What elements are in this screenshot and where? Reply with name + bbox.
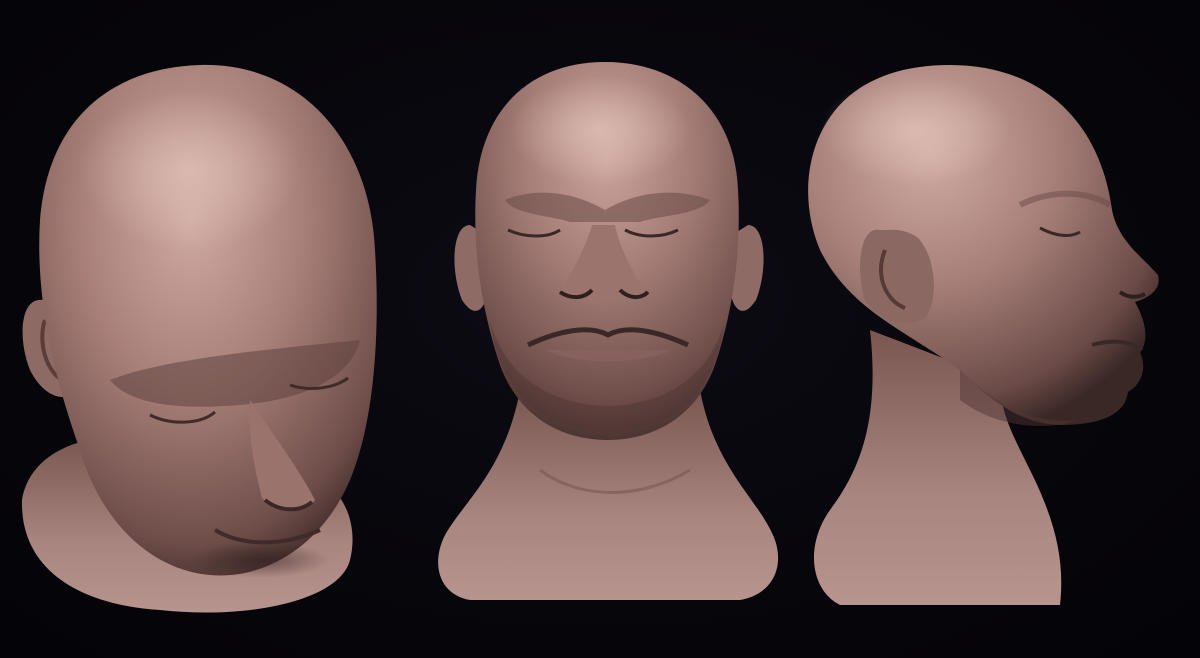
head-sculpt-side-view: [808, 65, 1159, 605]
render-canvas: [0, 0, 1200, 658]
head-sculpt-front-view: [438, 62, 779, 600]
head-sculpt-top-view: [21, 64, 377, 613]
sculpt-render-svg: [21, 62, 1159, 613]
